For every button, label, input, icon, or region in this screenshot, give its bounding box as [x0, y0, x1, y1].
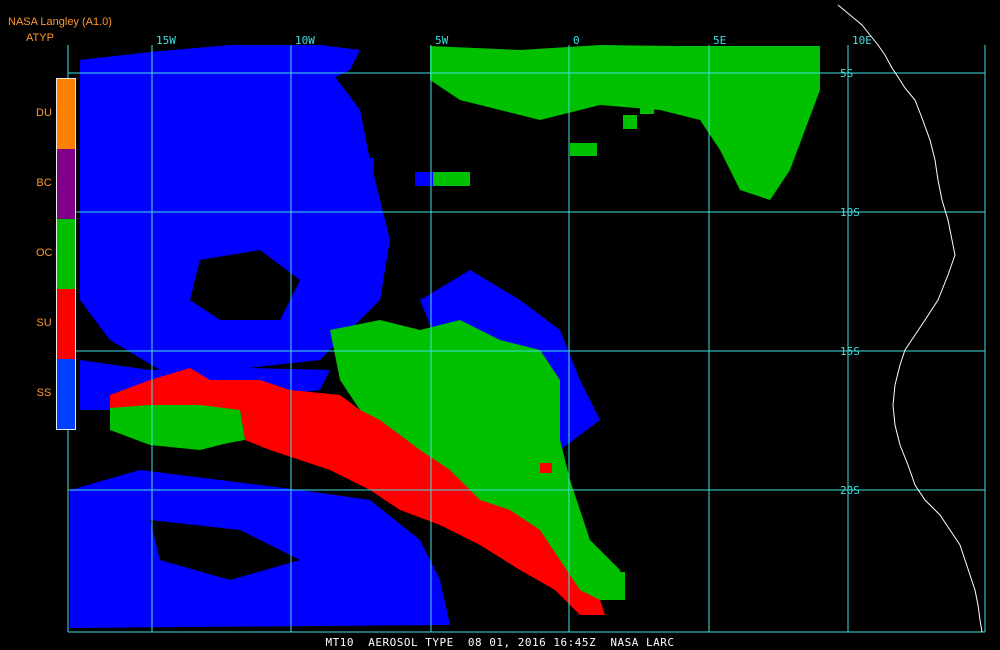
lon-tick-label: 10W [295, 34, 315, 47]
legend-label-ss: SS [36, 387, 52, 399]
map-caption: MT10 AEROSOL TYPE 08 01, 2016 16:45Z NAS… [325, 636, 675, 649]
lon-tick-label: 0 [573, 34, 580, 47]
legend-swatch-su [57, 289, 75, 359]
legend-label-su: SU [36, 317, 52, 329]
su-block-a [540, 463, 552, 473]
ss-block-a [415, 172, 433, 186]
oc-block-e [600, 572, 625, 600]
lon-tick-label: 15W [156, 34, 176, 47]
lon-tick-label: 5W [435, 34, 449, 47]
ss-region-northwest [80, 45, 390, 370]
legend-label-du: DU [36, 107, 52, 119]
lon-tick-label: 10E [852, 34, 872, 47]
lat-tick-label: 20S [840, 484, 860, 497]
legend-label-oc: OC [36, 247, 53, 259]
ss-block-c [290, 82, 304, 96]
ss-block-b [318, 128, 332, 142]
ss-block-e [335, 144, 349, 158]
oc-block-a [433, 172, 470, 186]
aerosol-map: 15W 10W 5W 0 5E 10E 5S 10S 15S 20S [0, 0, 1000, 650]
aerosol-type-legend [56, 78, 76, 430]
lat-tick-label: 15S [840, 345, 860, 358]
legend-swatch-oc [57, 219, 75, 289]
lon-tick-label: 5E [713, 34, 726, 47]
lat-tick-label: 10S [840, 206, 860, 219]
oc-block-c [623, 115, 637, 129]
lat-tick-label: 5S [840, 67, 853, 80]
legend-swatch-bc [57, 149, 75, 219]
product-title: NASA Langley (A1.0) [8, 16, 112, 28]
legend-swatch-ss [57, 359, 75, 429]
ss-block-d [360, 158, 374, 172]
oc-block-b [570, 143, 597, 156]
legend-swatch-du [57, 79, 75, 149]
product-code: ATYP [26, 32, 54, 44]
oc-block-d [640, 100, 654, 114]
legend-label-bc: BC [36, 177, 52, 189]
